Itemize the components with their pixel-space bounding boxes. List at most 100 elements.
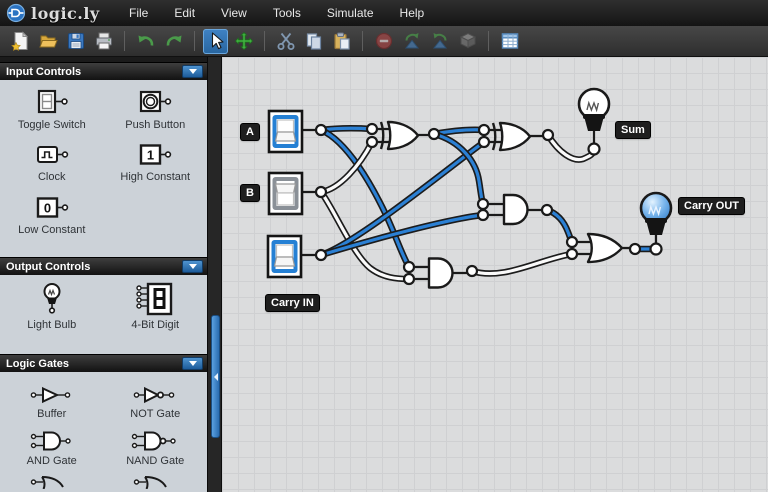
and-gate-1[interactable]: [427, 257, 454, 289]
palette-item-partial-gate[interactable]: [29, 475, 75, 492]
menu-simulate[interactable]: Simulate: [314, 2, 387, 24]
save-button[interactable]: [63, 29, 88, 54]
palette-item-toggle-switch[interactable]: Toggle Switch: [18, 89, 86, 142]
wire-xor2-to-sum[interactable]: [544, 131, 598, 163]
section-input-controls: Input Controls Toggle Switch Push Button…: [0, 62, 207, 257]
palette-item-nand-gate[interactable]: NAND Gate: [126, 430, 184, 475]
copy-pages-icon: [306, 33, 321, 50]
label-input-b: B: [241, 185, 259, 201]
package-component-button[interactable]: [455, 29, 480, 54]
menu-file[interactable]: File: [116, 2, 161, 24]
nand-gate-icon: [132, 431, 176, 451]
app-logo: logic.ly: [6, 3, 106, 23]
menu-tools[interactable]: Tools: [260, 2, 314, 24]
low-constant-icon: 0: [36, 197, 68, 218]
palette-item-clock[interactable]: Clock: [34, 142, 70, 195]
section-title: Output Controls: [6, 260, 91, 273]
toggle-switch-carry-in[interactable]: [266, 234, 303, 279]
section-logic-gates: Logic Gates Buffer NOT Gate AND Gate NAN…: [0, 354, 207, 492]
high-constant-icon: 1: [140, 144, 172, 165]
palette-item-low-constant[interactable]: 0 Low Constant: [18, 195, 85, 248]
palette-item-push-button[interactable]: Push Button: [125, 89, 185, 142]
section-body: Buffer NOT Gate AND Gate NAND Gate: [0, 372, 207, 492]
menu-view[interactable]: View: [208, 2, 260, 24]
toggle-switch-icon: [37, 89, 68, 114]
section-title: Logic Gates: [6, 357, 69, 370]
menu-help[interactable]: Help: [387, 2, 438, 24]
push-button-icon: [140, 90, 172, 113]
toolbar: [0, 26, 768, 57]
toolbar-separator: [124, 31, 125, 51]
circuit-canvas[interactable]: A B Carry IN Sum Carry OUT: [222, 57, 768, 492]
palette-item-and-gate[interactable]: AND Gate: [27, 430, 77, 475]
light-bulb-icon: [43, 283, 61, 314]
open-folder-icon: [38, 35, 58, 48]
chevron-down-icon: [188, 361, 197, 366]
package-box-icon: [459, 32, 476, 49]
brand-name: logic.ly: [31, 3, 100, 23]
rotate-left-button[interactable]: [399, 29, 424, 54]
section-title: Input Controls: [6, 65, 82, 78]
palette-item-partial-gate[interactable]: [132, 475, 178, 492]
collapse-section-button[interactable]: [182, 357, 203, 370]
scissors-icon: [277, 32, 294, 50]
rotate-right-button[interactable]: [427, 29, 452, 54]
logicly-app: logic.ly File Edit View Tools Simulate H…: [0, 0, 768, 492]
toggle-switch-a[interactable]: [267, 109, 304, 154]
new-document-button[interactable]: [7, 29, 32, 54]
copy-button[interactable]: [301, 29, 326, 54]
palette-item-light-bulb[interactable]: Light Bulb: [27, 282, 76, 350]
delete-icon: [375, 32, 392, 50]
nor-gate-icon: [134, 476, 168, 489]
palette-item-not-gate[interactable]: NOT Gate: [130, 385, 180, 430]
palette-scrollbar: [207, 57, 222, 492]
palette-item-high-constant[interactable]: 1 High Constant: [120, 142, 190, 195]
undo-button[interactable]: [133, 29, 158, 54]
redo-button[interactable]: [161, 29, 186, 54]
open-button[interactable]: [35, 29, 60, 54]
truth-table-button[interactable]: [497, 29, 522, 54]
menu-bar: logic.ly File Edit View Tools Simulate H…: [0, 0, 768, 26]
xor-gate-1[interactable]: [379, 120, 420, 151]
section-body: Light Bulb 4-Bit Digit: [0, 275, 207, 354]
light-bulb-sum[interactable]: [577, 87, 611, 131]
section-output-controls: Output Controls Light Bulb 4-Bit Digit: [0, 257, 207, 354]
cut-button[interactable]: [273, 29, 298, 54]
print-button[interactable]: [91, 29, 116, 54]
paste-button[interactable]: [329, 29, 354, 54]
buffer-gate-icon: [30, 386, 71, 404]
logo-gate-icon: [6, 3, 26, 23]
toolbar-separator: [264, 31, 265, 51]
section-header-output-controls[interactable]: Output Controls: [0, 257, 207, 275]
or-gate[interactable]: [586, 232, 624, 264]
collapse-section-button[interactable]: [182, 260, 203, 273]
toolbar-separator: [194, 31, 195, 51]
select-tool-button[interactable]: [203, 28, 228, 54]
section-header-logic-gates[interactable]: Logic Gates: [0, 354, 207, 372]
label-carry-in: Carry IN: [266, 295, 319, 311]
collapse-section-button[interactable]: [182, 65, 203, 78]
palette-item-buffer[interactable]: Buffer: [29, 385, 75, 430]
wire-a-to-xor1[interactable]: [317, 125, 376, 134]
palette-scrollbar-thumb[interactable]: [211, 315, 220, 438]
delete-button[interactable]: [371, 29, 396, 54]
truth-table-icon: [501, 33, 518, 49]
undo-icon: [138, 35, 153, 46]
section-header-input-controls[interactable]: Input Controls: [0, 62, 207, 80]
rotate-left-icon: [404, 33, 419, 49]
toggle-switch-b[interactable]: [267, 171, 304, 216]
xor-gate-2[interactable]: [491, 121, 532, 152]
menu-edit[interactable]: Edit: [161, 2, 208, 24]
printer-icon: [95, 32, 112, 50]
label-sum: Sum: [616, 122, 650, 138]
chevron-down-icon: [188, 264, 197, 269]
light-bulb-carry-out[interactable]: [639, 191, 673, 235]
label-carry-out: Carry OUT: [679, 198, 745, 214]
clipboard-paste-icon: [333, 32, 350, 50]
wire-and1-to-or[interactable]: [468, 250, 576, 277]
and-gate-2[interactable]: [502, 193, 529, 226]
pan-tool-button[interactable]: [231, 29, 256, 54]
chevron-down-icon: [188, 69, 197, 74]
palette-item-4bit-digit[interactable]: 4-Bit Digit: [131, 282, 179, 350]
component-palette: Input Controls Toggle Switch Push Button…: [0, 57, 207, 492]
